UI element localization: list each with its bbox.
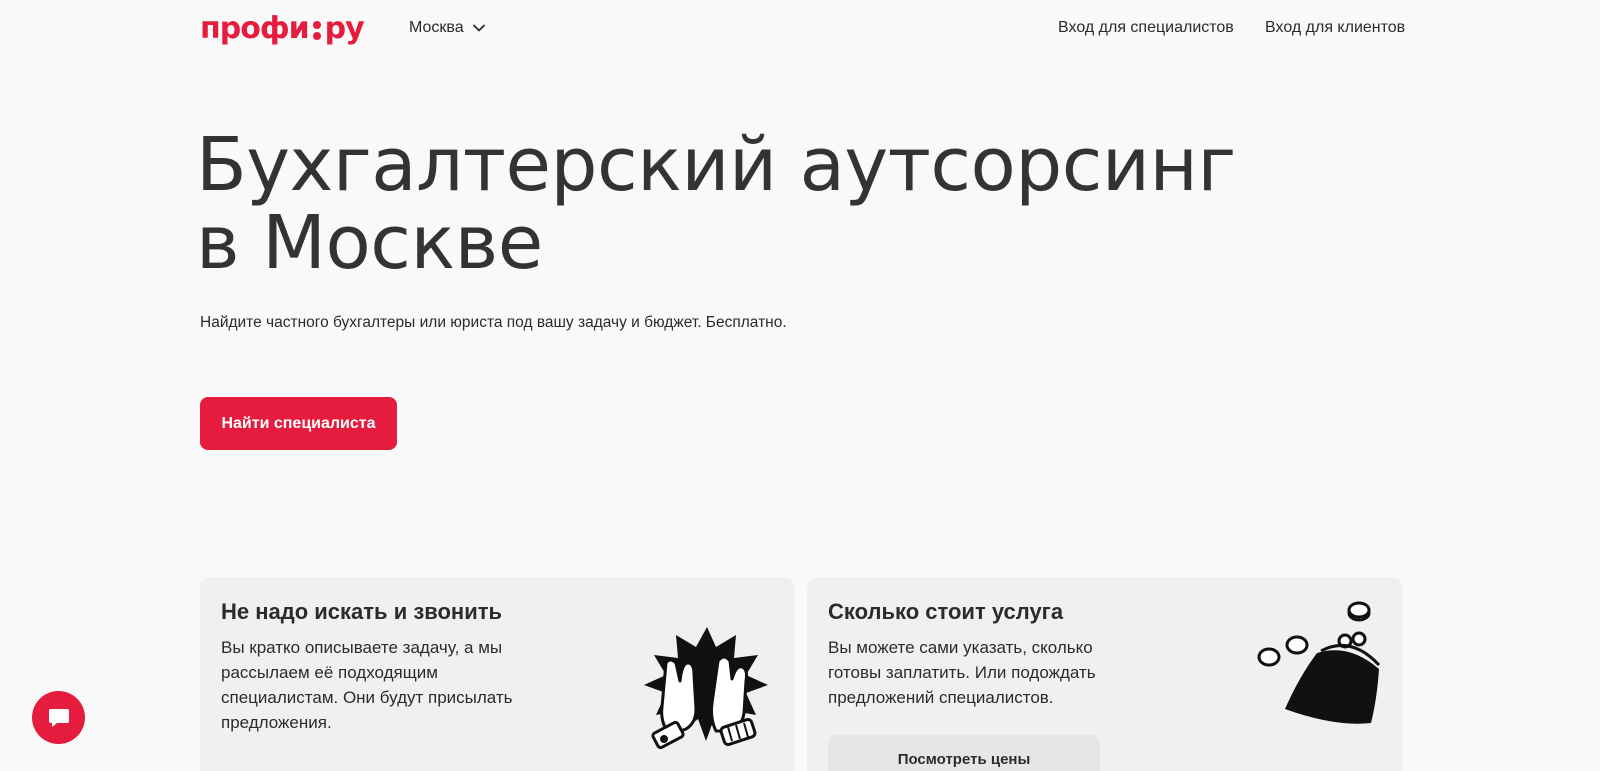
chat-bubble-icon — [48, 708, 69, 727]
login-clients-link[interactable]: Вход для клиентов — [1265, 17, 1405, 39]
logo-text-left: профи — [200, 10, 310, 46]
header: профи ру Москва Вход для специалистов Вх… — [0, 0, 1600, 56]
feature-card-no-search: Не надо искать и звонить Вы кратко описы… — [200, 577, 795, 771]
logo-colon-icon — [310, 13, 324, 43]
hero-subtitle: Найдите частного бухгалтеры или юриста п… — [200, 314, 787, 331]
view-prices-button[interactable]: Посмотреть цены — [828, 735, 1100, 771]
feature-card-price: Сколько стоит услуга Вы можете сами указ… — [807, 577, 1403, 771]
high-five-gloves-icon — [644, 627, 768, 750]
logo-text-right: ру — [324, 10, 365, 46]
card-title: Не надо искать и звонить — [221, 599, 503, 624]
logo[interactable]: профи ру — [200, 10, 365, 46]
page-title: Бухгалтерский аутсорсинг в Москве — [196, 126, 1396, 282]
chevron-down-icon — [472, 24, 485, 32]
coin-purse-icon — [1257, 601, 1380, 724]
card-title: Сколько стоит услуга — [828, 599, 1064, 624]
card-text: Вы можете сами указать, сколько готовы з… — [828, 638, 1096, 707]
city-selector[interactable]: Москва — [409, 17, 486, 39]
page-title-line-1: Бухгалтерский аутсорсинг — [196, 122, 1236, 208]
chat-button[interactable] — [32, 691, 85, 744]
login-specialists-link[interactable]: Вход для специалистов — [1058, 17, 1234, 39]
find-specialist-button[interactable]: Найти специалиста — [200, 397, 397, 450]
card-text: Вы кратко описываете задачу, а мы рассыл… — [221, 638, 513, 732]
city-label: Москва — [409, 19, 464, 36]
page-title-line-2: в Москве — [196, 200, 543, 286]
